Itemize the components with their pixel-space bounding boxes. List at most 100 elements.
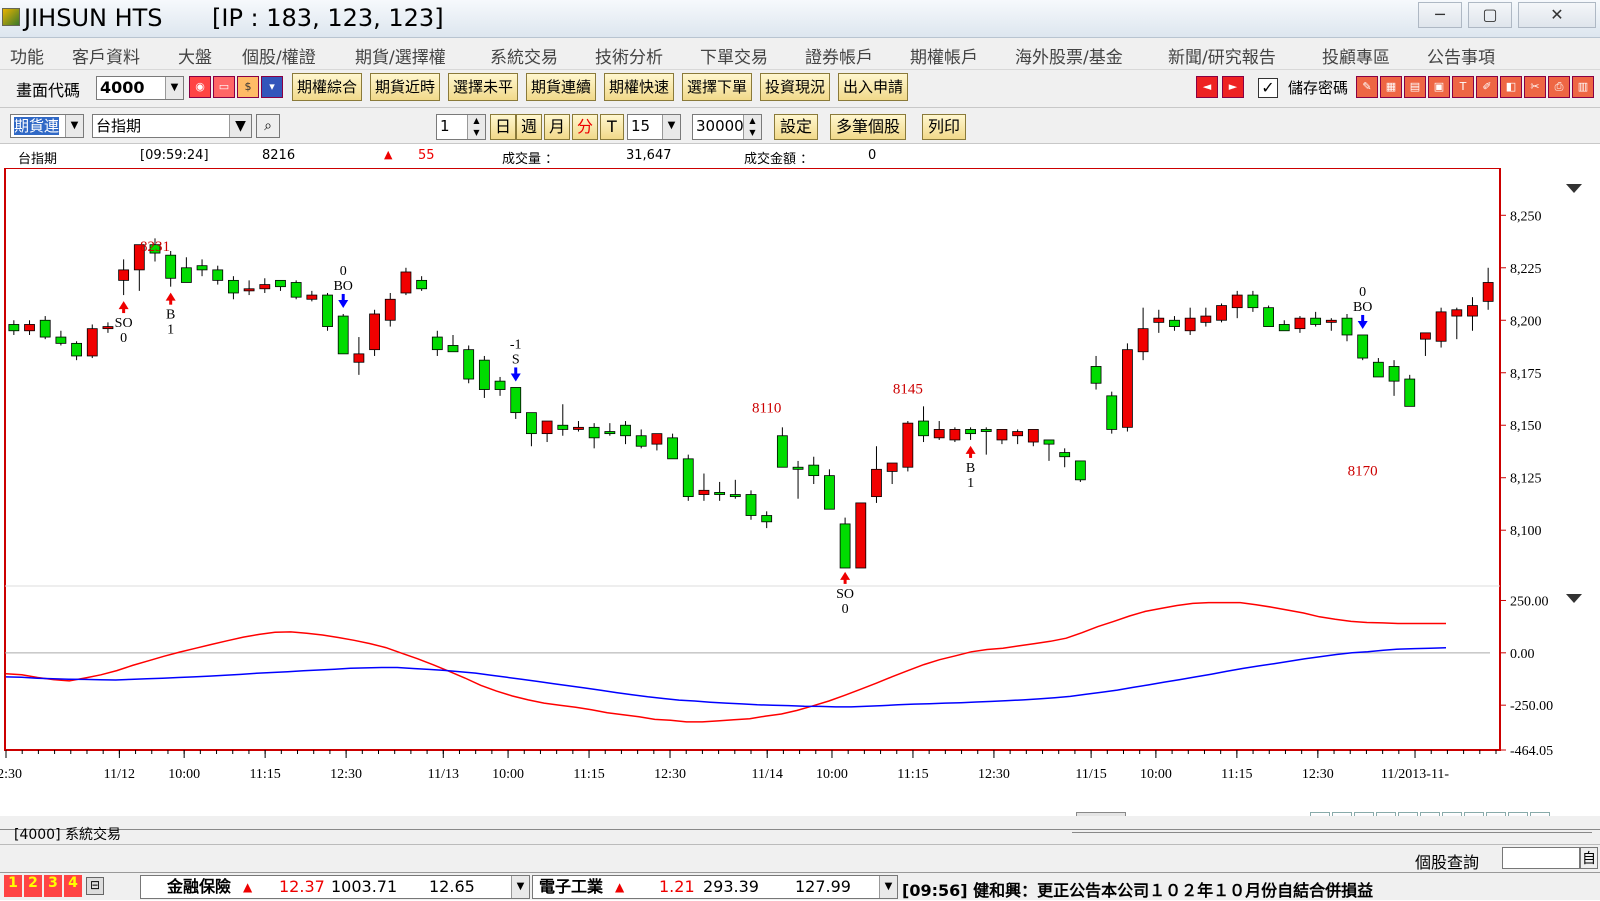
chevron-down-icon[interactable]: ▼ (511, 876, 529, 898)
period-minute[interactable]: 分 (572, 114, 599, 140)
count-stepper[interactable]: 1 ▲ ▼ (436, 114, 486, 140)
menu-order[interactable]: 下單交易 (700, 43, 768, 68)
indicator-tick-label: 250.00 (1510, 594, 1549, 609)
ticker-index-2[interactable]: 2 (24, 875, 42, 897)
menu-news[interactable]: 新聞/研究報告 (1168, 43, 1276, 68)
spinner-icon[interactable]: ▲ ▼ (467, 115, 485, 139)
search-icon[interactable]: ◉ (189, 76, 211, 98)
candle-body (573, 426, 584, 430)
period-tick[interactable]: T (600, 114, 624, 140)
btn-deposit-withdraw[interactable]: 出入申請 (838, 73, 909, 101)
btn-options-summary[interactable]: 期權綜合 (292, 73, 363, 101)
candle-body (55, 336, 67, 344)
next-icon[interactable]: ► (1222, 76, 1244, 98)
price-tick-label: 8,225 (1510, 262, 1542, 277)
chevron-down-icon[interactable]: ▼ (229, 115, 251, 137)
amount-stepper[interactable]: 30000 ▲ ▼ (692, 114, 762, 140)
ticker-finance[interactable]: 金融保險 ▲ 12.37 1003.71 12.65 ▼ (140, 875, 530, 899)
ticker-index-3[interactable]: 3 (44, 875, 62, 897)
candlestick-chart[interactable]: 8,250 8,225 8,200 8,175 8,150 8,125 8,100 250.0… (0, 168, 1600, 816)
candle-body (1388, 366, 1400, 382)
period-week[interactable]: 週 (516, 114, 543, 140)
chart-area[interactable]: 8,250 8,225 8,200 8,175 8,150 8,125 8,100 250.0… (0, 168, 1600, 816)
candle-body (682, 458, 694, 498)
btn-investment-status[interactable]: 投資現況 (760, 73, 831, 101)
chevron-down-icon[interactable]: ▼ (662, 115, 680, 139)
folder-icon[interactable]: ▭ (213, 76, 235, 98)
edit-icon[interactable]: ✐ (1476, 76, 1498, 98)
candle-body (1435, 311, 1447, 342)
menu-futures-account[interactable]: 期權帳戶 (910, 43, 978, 68)
ticker-index-1[interactable]: 1 (4, 875, 22, 897)
multi-stock-button[interactable]: 多筆個股 (830, 114, 907, 140)
app-title: JIHSUN HTS (24, 4, 163, 32)
chart-toolbar: 期貨連 ▼ 台指期 ▼ ⌕ 1 ▲ ▼ 日 週 月 分 T 15 ▼ 30000 … (0, 108, 1600, 144)
close-button[interactable]: ✕ (1518, 2, 1596, 28)
chevron-down-icon[interactable]: ▼ (165, 77, 183, 99)
interval-select[interactable]: 15 ▼ (627, 114, 681, 140)
amount-label: 成交金額 ： (744, 152, 814, 167)
price-tick-label: 8,200 (1510, 314, 1542, 329)
symbol-select[interactable]: 台指期 ▼ (92, 114, 252, 138)
lock-icon[interactable]: ⊟ (86, 877, 104, 895)
signal-label: B (966, 461, 975, 476)
prev-icon[interactable]: ◄ (1196, 76, 1218, 98)
menu-tech-analysis[interactable]: 技術分析 (595, 43, 663, 68)
menu-securities-account[interactable]: 證券帳戶 (805, 43, 873, 68)
title-bar: JIHSUN HTS [IP : 183, 123, 123] ─ ▢ ✕ (0, 0, 1600, 38)
menu-futures[interactable]: 期貨/選擇權 (355, 43, 446, 68)
settings-icon[interactable]: ▥ (1572, 76, 1594, 98)
image-icon[interactable]: ▦ (1380, 76, 1402, 98)
candle-body (1482, 282, 1494, 302)
tool-icon[interactable]: ✂ (1524, 76, 1546, 98)
chevron-down-icon[interactable]: ▼ (879, 876, 897, 898)
settings-button[interactable]: 設定 (774, 114, 819, 140)
menu-market[interactable]: 大盤 (178, 43, 212, 68)
btn-options-open[interactable]: 選擇未平 (448, 73, 519, 101)
restore-button[interactable]: ▢ (1468, 2, 1512, 28)
menu-customer[interactable]: 客戶資料 (72, 43, 140, 68)
btn-futures-recent[interactable]: 期貨近時 (370, 73, 441, 101)
period-month[interactable]: 月 (544, 114, 571, 140)
x-tick-label: 11:15 (573, 767, 604, 782)
stock-icon[interactable]: $ (237, 76, 259, 98)
tab-system-trade[interactable]: [4000] 系統交易 (14, 824, 121, 844)
candle-body (1106, 395, 1118, 430)
print-icon[interactable]: ⎙ (1548, 76, 1570, 98)
save-password-checkbox[interactable]: ✓ (1258, 78, 1278, 98)
btn-futures-continuous[interactable]: 期貨連續 (526, 73, 597, 101)
menu-system-trade[interactable]: 系統交易 (490, 43, 558, 68)
btn-options-quick[interactable]: 期權快速 (604, 73, 675, 101)
stock-query-input[interactable] (1502, 847, 1580, 869)
candle-body (1420, 332, 1431, 340)
menu-announcements[interactable]: 公告事項 (1427, 43, 1495, 68)
menu-function[interactable]: 功能 (10, 43, 44, 68)
news-ticker[interactable]: [09:56] 健和興：更正公告本公司１０２年１０月份自結合併損益 (902, 877, 1592, 901)
stock-query-button[interactable]: 自 (1580, 847, 1598, 869)
x-tick-label: 12:30 (978, 767, 1010, 782)
spinner-icon[interactable]: ▲ ▼ (743, 115, 761, 139)
btn-options-order[interactable]: 選擇下單 (682, 73, 753, 101)
period-day[interactable]: 日 (490, 114, 517, 140)
window-icon[interactable]: ▤ (1404, 76, 1426, 98)
chevron-down-icon[interactable]: ▼ (65, 115, 83, 137)
market-select[interactable]: 期貨連 ▼ (10, 114, 84, 138)
menu-overseas[interactable]: 海外股票/基金 (1015, 43, 1123, 68)
pen-icon[interactable]: ✎ (1356, 76, 1378, 98)
screen-code-input[interactable]: 4000 ▼ (96, 76, 184, 100)
menu-stocks[interactable]: 個股/權證 (242, 43, 316, 68)
ticker-electronics[interactable]: 電子工業 ▲ 1.21 293.39 127.99 ▼ (532, 875, 898, 899)
quote-name: 台指期 (18, 152, 58, 167)
text-icon[interactable]: T (1452, 76, 1474, 98)
candle-body (541, 420, 553, 435)
menu-advisory[interactable]: 投顧專區 (1322, 43, 1390, 68)
layout-icon[interactable]: ▣ (1428, 76, 1450, 98)
print-button[interactable]: 列印 (922, 114, 967, 140)
minimize-button[interactable]: ─ (1418, 2, 1462, 28)
ticker-index-4[interactable]: 4 (64, 875, 82, 897)
search-icon[interactable]: ⌕ (256, 114, 280, 138)
x-tick-label: 11/14 (752, 767, 783, 782)
chart-icon[interactable]: ◧ (1500, 76, 1522, 98)
dropdown-icon[interactable]: ▾ (261, 76, 283, 98)
candle-body (871, 468, 882, 498)
